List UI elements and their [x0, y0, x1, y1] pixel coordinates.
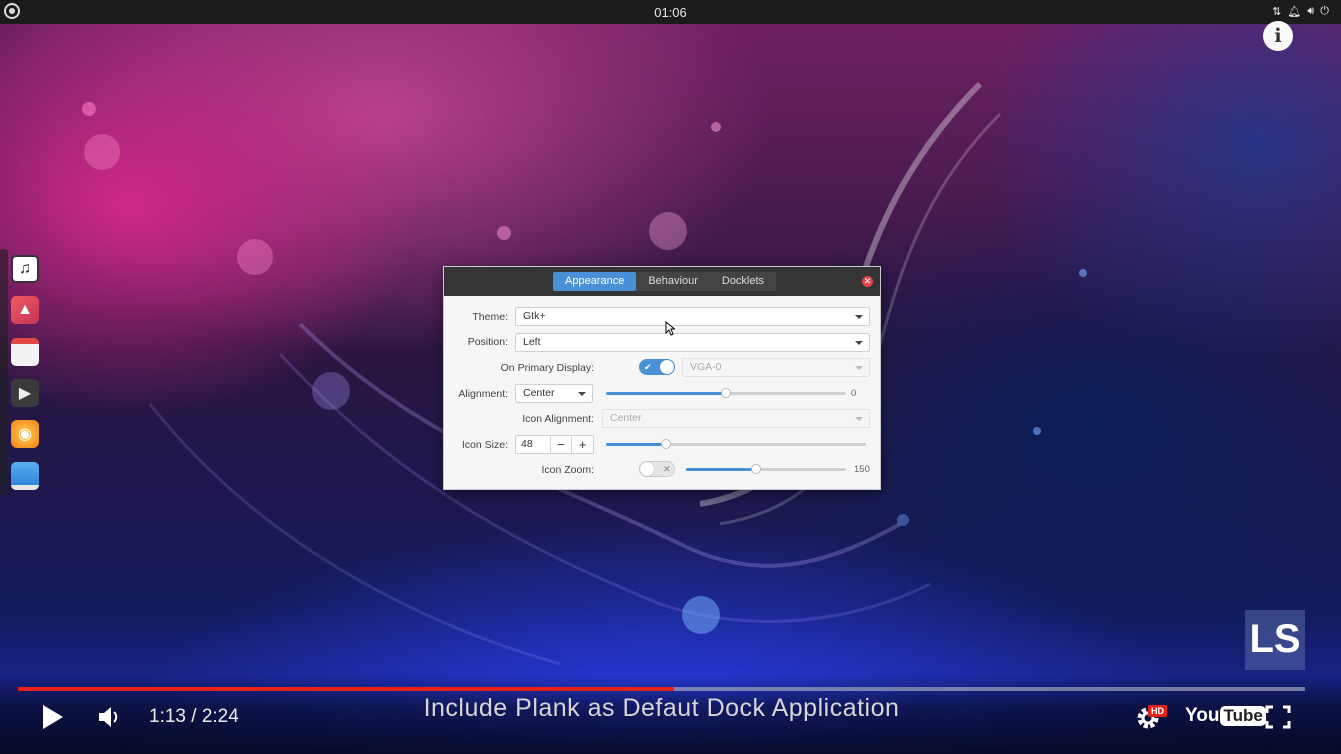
alignment-label: Alignment: [458, 388, 508, 400]
toggle-knob [660, 360, 674, 374]
system-tray: ⇅ 🔔︎ 🔊︎ ⏻ [1272, 5, 1329, 18]
position-label: Position: [467, 336, 508, 348]
theme-value: Gtk+ [523, 310, 546, 322]
close-icon: ✕ [663, 464, 671, 474]
youtube-logo-you: You [1185, 705, 1220, 726]
slider-handle[interactable] [751, 464, 762, 474]
slider-handle[interactable] [660, 439, 671, 449]
position-dropdown[interactable]: Left [515, 333, 870, 352]
alignment-offset-slider[interactable] [606, 388, 846, 398]
image-icon[interactable]: ▲ [11, 296, 39, 324]
play-icon[interactable]: ▶ [11, 379, 39, 407]
alignment-dropdown[interactable]: Center [515, 384, 593, 403]
fullscreen-icon[interactable] [1265, 705, 1291, 729]
volume-icon[interactable]: 🔊︎ [1307, 5, 1314, 18]
plank-preferences-dialog: Appearance Behaviour Docklets ✕ Theme: G… [443, 266, 881, 490]
icon-size-spinbutton[interactable]: 48 − + [515, 435, 594, 454]
display-dropdown[interactable]: VGA-0 [682, 358, 870, 377]
check-icon: ✔ [644, 362, 652, 372]
video-progress-bar[interactable] [18, 687, 1305, 691]
theme-dropdown[interactable]: Gtk+ [515, 307, 870, 326]
dialog-header: Appearance Behaviour Docklets ✕ [444, 267, 880, 296]
primary-display-label: On Primary Display: [500, 362, 594, 374]
youtube-logo-tube: Tube [1220, 706, 1266, 726]
chevron-down-icon [855, 417, 863, 421]
hd-badge: HD [1148, 705, 1167, 717]
toggle-knob [640, 462, 654, 476]
top-panel: 01:06 ⇅ 🔔︎ 🔊︎ ⏻ [0, 0, 1341, 24]
chevron-down-icon [855, 366, 863, 370]
icon-size-value[interactable]: 48 [516, 436, 550, 453]
music-note-icon[interactable]: ♫ [11, 255, 39, 283]
info-icon[interactable]: i [1263, 21, 1293, 51]
slider-fill [686, 468, 757, 471]
slider-handle[interactable] [721, 388, 731, 398]
clock[interactable]: 01:06 [0, 5, 1341, 20]
slider-fill [606, 392, 726, 395]
icon-zoom-slider[interactable] [686, 464, 846, 474]
video-caption: Include Plank as Defaut Dock Application [423, 694, 900, 722]
mouse-cursor-icon [665, 321, 675, 336]
decrement-button[interactable]: − [549, 436, 572, 453]
tab-behaviour[interactable]: Behaviour [636, 272, 710, 291]
chevron-down-icon [855, 315, 863, 319]
close-icon[interactable]: ✕ [862, 276, 873, 287]
alignment-value: Center [523, 387, 555, 399]
network-icon[interactable]: ⇅ [1272, 5, 1281, 18]
icon-zoom-toggle[interactable]: ✕ [639, 461, 675, 477]
tab-appearance[interactable]: Appearance [553, 272, 637, 291]
position-value: Left [523, 336, 541, 348]
icon-alignment-value: Center [610, 412, 642, 424]
icon-size-label: Icon Size: [461, 439, 508, 451]
alignment-offset-value: 0 [851, 388, 857, 399]
tab-docklets[interactable]: Docklets [710, 272, 776, 291]
icon-alignment-dropdown[interactable]: Center [602, 409, 870, 428]
chevron-down-icon [855, 341, 863, 345]
icon-zoom-label: Icon Zoom: [541, 464, 594, 476]
icon-zoom-value: 150 [854, 464, 870, 475]
chevron-down-icon [578, 392, 586, 396]
power-icon[interactable]: ⏻ [1320, 5, 1329, 18]
firefox-icon[interactable]: ◉ [11, 420, 39, 448]
display-value: VGA-0 [690, 361, 722, 373]
calendar-icon[interactable] [11, 338, 39, 366]
tab-bar: Appearance Behaviour Docklets [553, 272, 777, 291]
folder-window-icon[interactable] [11, 462, 39, 490]
progress-played [18, 687, 675, 691]
primary-display-toggle[interactable]: ✔ [639, 359, 675, 375]
increment-button[interactable]: + [571, 436, 593, 453]
slider-fill [606, 443, 666, 446]
channel-watermark[interactable]: LS [1245, 610, 1305, 670]
theme-label: Theme: [472, 311, 508, 323]
youtube-logo[interactable]: You Tube [1185, 705, 1266, 727]
icon-size-slider[interactable] [606, 439, 866, 449]
icon-alignment-label: Icon Alignment: [522, 413, 594, 425]
plank-dock [0, 249, 8, 495]
notification-icon[interactable]: 🔔︎ [1287, 5, 1301, 18]
